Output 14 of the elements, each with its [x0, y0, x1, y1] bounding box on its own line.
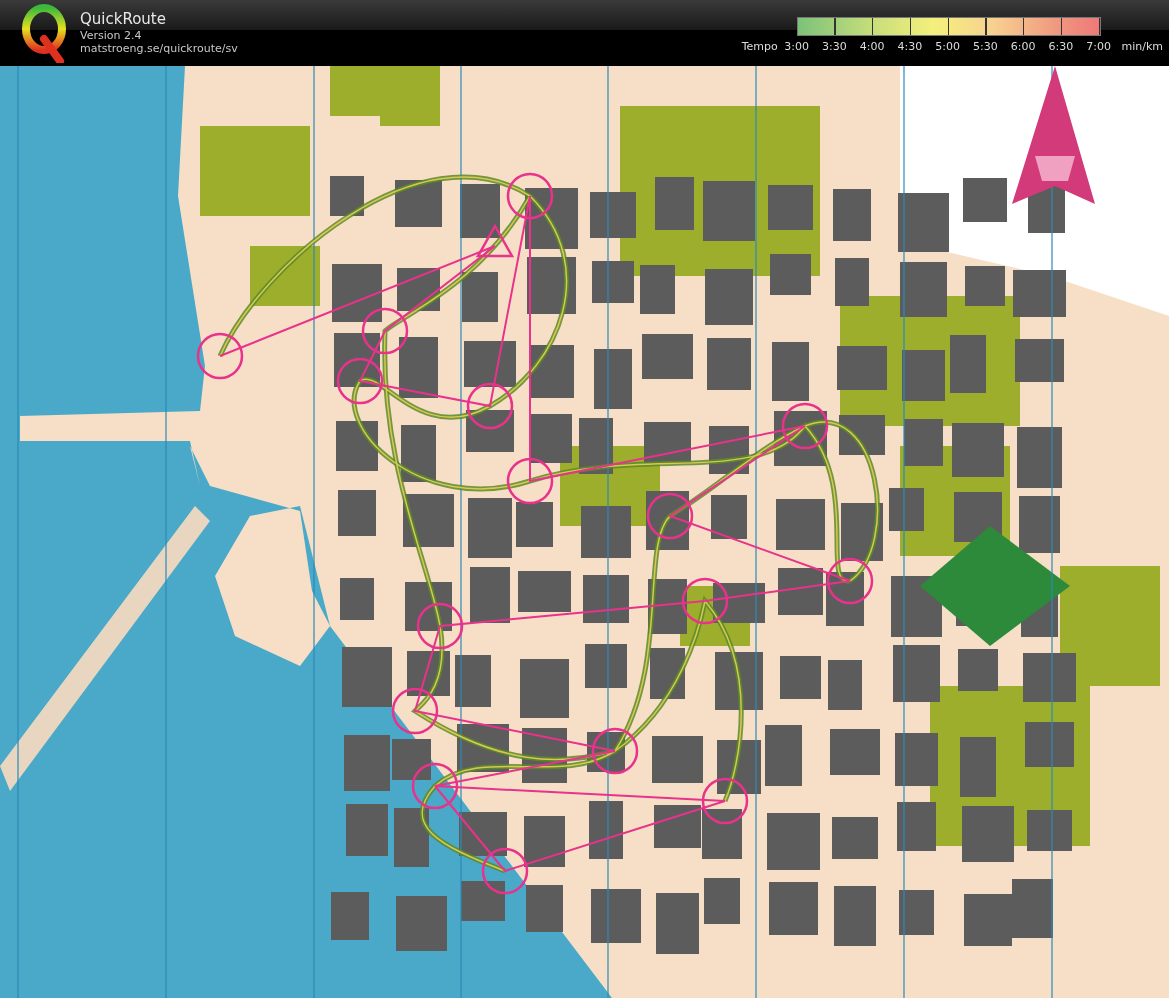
tempo-tick-label: 5:30	[971, 40, 999, 53]
tempo-tick-label: 5:00	[934, 40, 961, 53]
tempo-tick-label: 7:00	[1085, 40, 1112, 53]
tempo-tick-label: 4:30	[896, 40, 924, 53]
tempo-tick-label: 6:30	[1047, 40, 1075, 53]
app-version: Version 2.4	[80, 30, 143, 43]
tempo-tick-label: 4:00	[858, 40, 886, 53]
tempo-tick-label: 6:00	[1009, 40, 1037, 53]
app-title: QuickRoute	[80, 10, 167, 28]
tempo-tick-label: 3:30	[820, 40, 848, 53]
tempo-unit: min/km	[1121, 40, 1163, 53]
tempo-label: Tempo	[741, 40, 778, 53]
app-url: matstroeng.se/quickroute/sv	[80, 42, 238, 56]
tempo-tick-label: 3:00	[783, 40, 810, 53]
